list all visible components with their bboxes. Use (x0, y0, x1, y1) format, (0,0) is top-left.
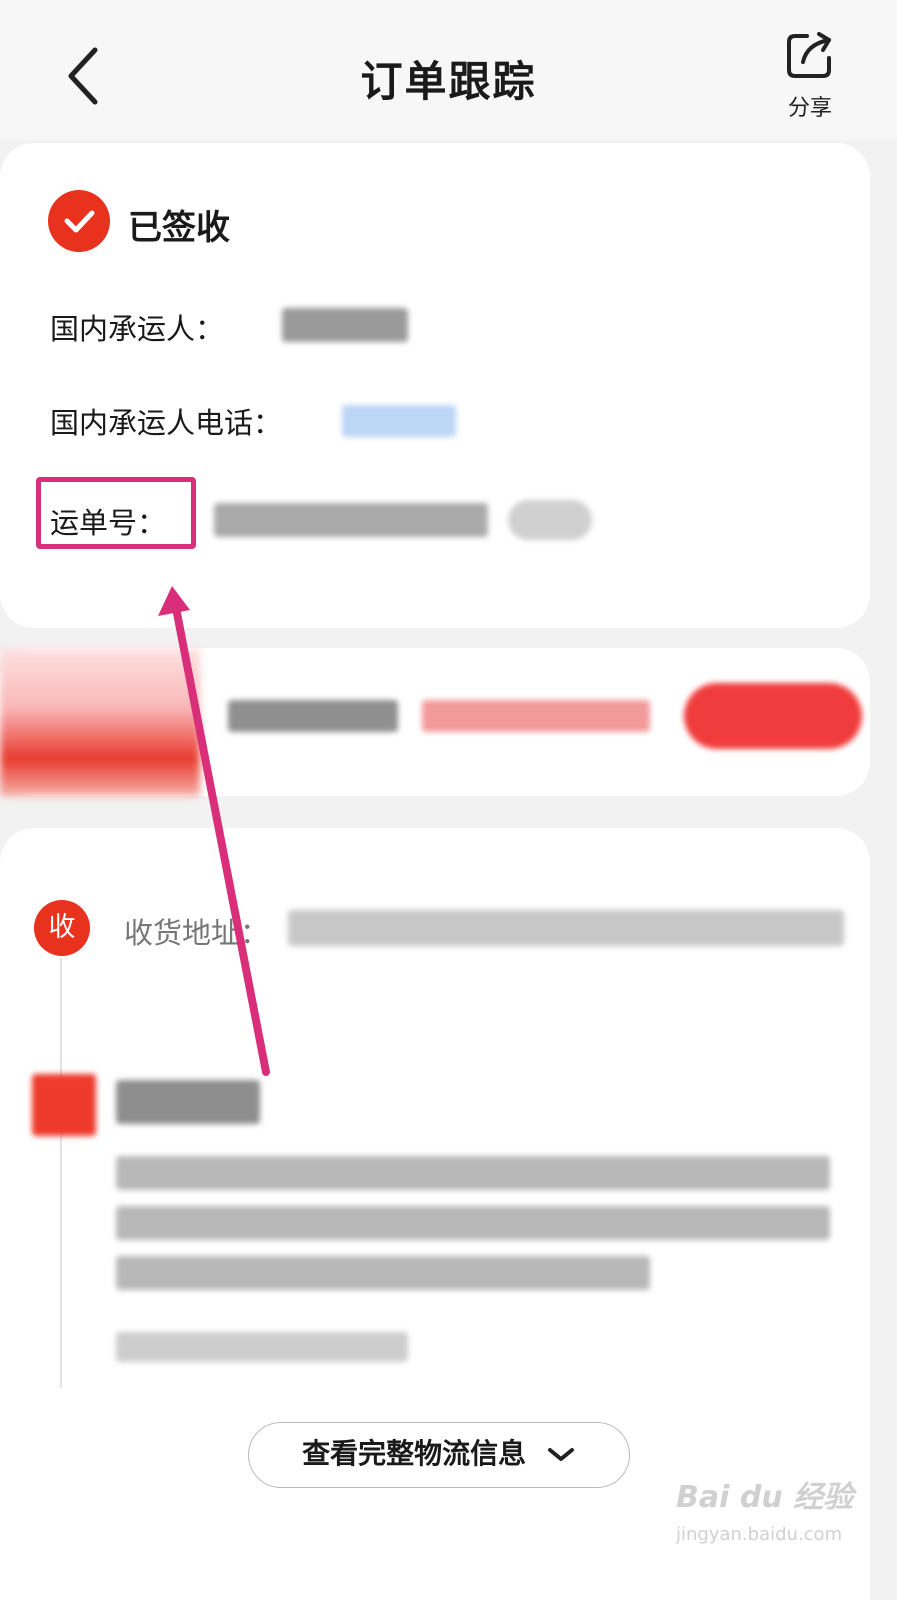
view-full-logistics-button[interactable]: 查看完整物流信息 (248, 1422, 630, 1488)
product-promo-redacted (422, 700, 650, 732)
product-image (0, 648, 200, 796)
receive-icon: 收 (34, 900, 90, 956)
carrier-value-redacted (282, 308, 408, 342)
event-time-redacted (116, 1332, 408, 1362)
status-node-icon-redacted (32, 1074, 96, 1136)
copy-button-redacted[interactable] (508, 500, 592, 540)
event-title-redacted (116, 1080, 260, 1124)
event-detail-line-3-redacted (116, 1256, 650, 1290)
status-text: 已签收 (128, 208, 230, 248)
share-label: 分享 (787, 96, 832, 121)
product-name-redacted (228, 700, 398, 732)
tracking-number-redacted (214, 503, 488, 537)
view-full-logistics-label: 查看完整物流信息 (302, 1437, 527, 1470)
address-label: 收货地址： (124, 916, 270, 950)
chevron-down-icon (547, 1448, 574, 1461)
watermark-logo: Bai du 经验 (676, 1480, 854, 1515)
watermark-url: jingyan.baidu.com (676, 1524, 843, 1545)
address-value-redacted (288, 910, 844, 946)
page-title: 订单跟踪 (360, 57, 537, 106)
product-action-button[interactable] (684, 683, 862, 749)
carrier-phone-label: 国内承运人电话： (50, 406, 283, 440)
top-bar: 订单跟踪 分享 (0, 0, 897, 140)
carrier-phone-redacted[interactable] (342, 405, 456, 437)
annotation-highlight-box (36, 477, 196, 549)
timeline-line (60, 958, 62, 1388)
share-icon (787, 32, 831, 78)
check-circle-icon (48, 190, 110, 252)
event-detail-line-1-redacted (116, 1156, 830, 1190)
event-detail-line-2-redacted (116, 1206, 830, 1240)
share-button[interactable]: 分享 (770, 30, 850, 125)
carrier-label: 国内承运人： (50, 312, 225, 346)
